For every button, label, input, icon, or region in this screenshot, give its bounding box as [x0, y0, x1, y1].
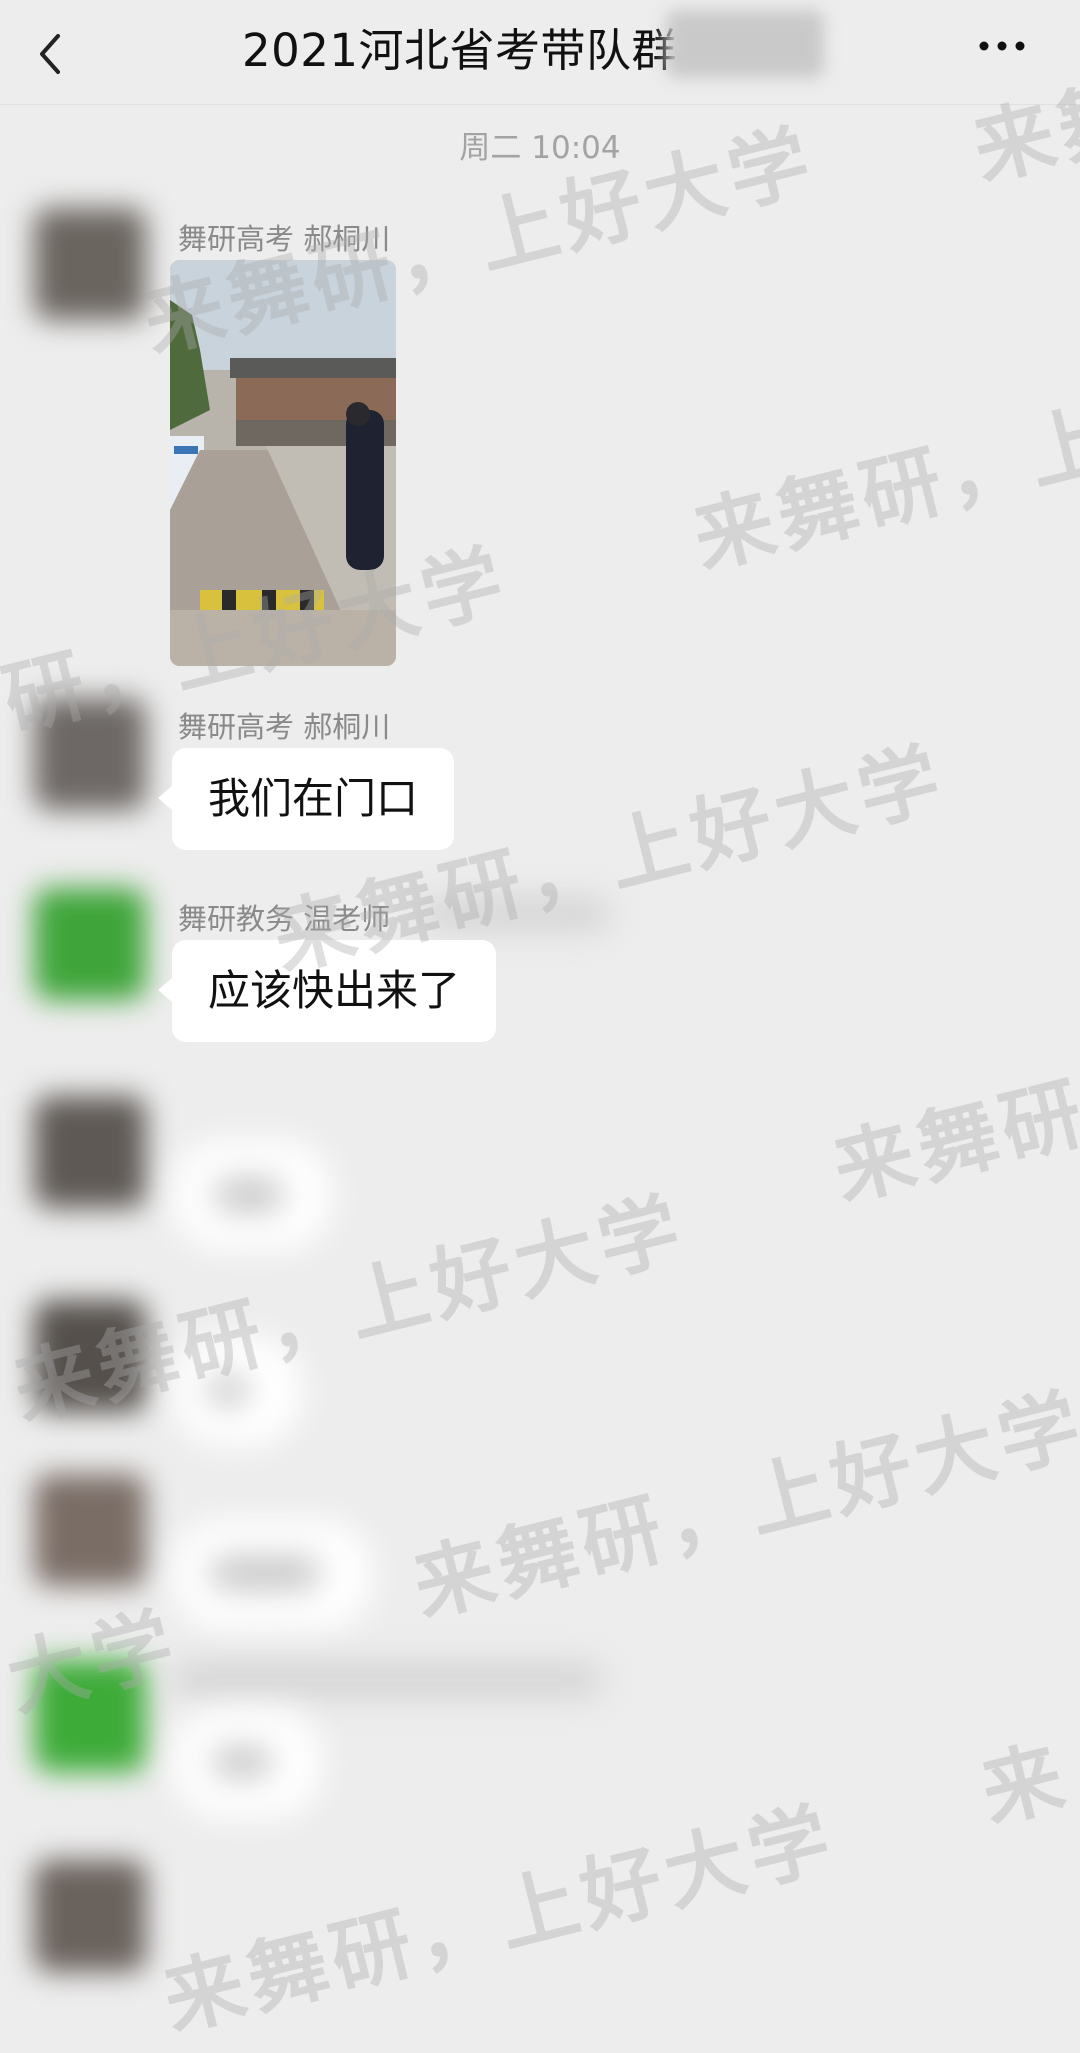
image-message[interactable]	[170, 260, 396, 666]
back-button[interactable]	[22, 10, 82, 90]
blurred-sender-suffix	[420, 898, 610, 930]
avatar[interactable]	[34, 888, 146, 1000]
avatar	[34, 1096, 146, 1208]
watermark: 来	[972, 1728, 1079, 1840]
watermark: 来舞研，上好大学	[404, 1377, 1080, 1634]
blurred-title-suffix	[666, 10, 824, 78]
photo-thumbnail	[170, 260, 396, 666]
avatar[interactable]	[34, 208, 146, 320]
avatar	[34, 1660, 146, 1772]
sender-name: 舞研高考 郝桐川	[178, 710, 391, 744]
more-button[interactable]	[972, 26, 1032, 66]
watermark: 来舞研	[824, 1065, 1080, 1218]
message-bubble[interactable]: 应该快出来了	[157, 940, 497, 1042]
avatar[interactable]	[34, 698, 146, 810]
sender-name: 舞研教务 温老师	[178, 902, 391, 936]
blurred-sender-name	[172, 1664, 602, 1696]
blurred-text	[214, 1178, 284, 1212]
message-bubble[interactable]: 我们在门口	[157, 748, 455, 850]
sender-name: 舞研高考 郝桐川	[178, 222, 391, 256]
message-timestamp: 周二 10:04	[459, 130, 621, 166]
header-divider	[0, 104, 1080, 105]
watermark: 来舞研，上	[684, 391, 1080, 586]
blurred-text	[210, 1556, 320, 1590]
chat-header: 2021河北省考带队群	[0, 0, 1080, 104]
more-dots-icon	[979, 41, 1025, 51]
avatar	[34, 1860, 146, 1972]
avatar	[34, 1474, 146, 1586]
blurred-text	[208, 1374, 248, 1406]
chat-title: 2021河北省考带队群	[242, 24, 678, 77]
chevron-left-icon	[40, 34, 60, 74]
blurred-text	[212, 1746, 272, 1778]
avatar	[34, 1300, 146, 1412]
